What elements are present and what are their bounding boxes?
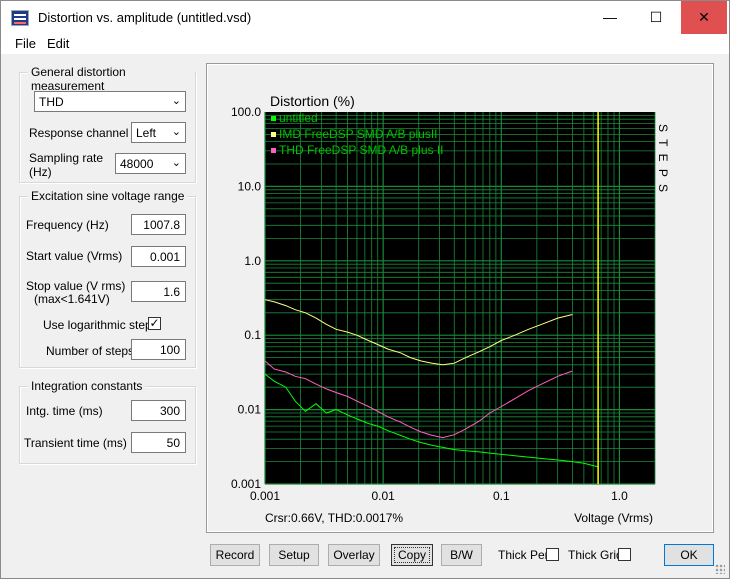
close-button[interactable]: ✕ [681, 1, 727, 34]
measurement-select-value: THD [39, 95, 64, 109]
resize-grip[interactable] [715, 564, 725, 574]
log-steps-label: Use logarithmic steps [43, 318, 158, 332]
x-tick-label: 0.01 [371, 489, 395, 503]
frequency-label: Frequency (Hz) [26, 218, 109, 232]
frequency-field[interactable]: 1007.8 [131, 214, 186, 235]
thick-pen-checkbox[interactable] [546, 548, 559, 561]
legend-label-3: THD FreeDSP SMD A/B plus II [279, 143, 444, 157]
window-title: Distortion vs. amplitude (untitled.vsd) [38, 10, 252, 25]
excitation-group-title: Excitation sine voltage range [28, 189, 188, 203]
legend-swatch-2 [271, 132, 276, 137]
response-channel-select[interactable]: Left ⌄ [131, 122, 186, 143]
start-value-field[interactable]: 0.001 [131, 246, 186, 267]
intg-time-label: Intg. time (ms) [26, 404, 103, 418]
stop-value-field[interactable]: 1.6 [131, 281, 186, 302]
legend-swatch-3 [271, 148, 276, 153]
plot-area [265, 112, 655, 484]
y-tick-label: 100.0 [231, 105, 261, 119]
legend-label-1: untitled [279, 111, 318, 125]
y-tick-label: 1.0 [244, 254, 261, 268]
menu-edit[interactable]: Edit [47, 36, 69, 51]
stop-value-max-label: (max<1.641V) [34, 292, 110, 306]
overlay-button[interactable]: Overlay [328, 544, 380, 566]
setup-button[interactable]: Setup [269, 544, 319, 566]
response-channel-label: Response channel [29, 126, 129, 140]
ok-button[interactable]: OK [664, 544, 714, 566]
transient-time-field[interactable]: 50 [131, 432, 186, 453]
measurement-select[interactable]: THD ⌄ [34, 91, 186, 112]
thick-pen-label: Thick Pen [498, 548, 552, 562]
y-tick-label: 0.001 [231, 477, 261, 491]
legend-label-2: IMD FreeDSP SMD A/B plusII [279, 127, 438, 141]
transient-time-label: Transient time (ms) [24, 436, 127, 450]
chevron-down-icon: ⌄ [171, 157, 181, 169]
main-window: Distortion vs. amplitude (untitled.vsd) … [0, 0, 730, 579]
response-channel-value: Left [136, 126, 157, 140]
x-tick-label: 0.001 [250, 489, 280, 503]
sampling-rate-value: 48000 [120, 157, 154, 171]
sampling-rate-label: Sampling rate [29, 151, 104, 165]
start-value-label: Start value (Vrms) [26, 249, 123, 263]
title-bar[interactable]: Distortion vs. amplitude (untitled.vsd) … [1, 1, 729, 34]
integration-group-title: Integration constants [28, 379, 146, 393]
chevron-down-icon: ⌄ [171, 95, 181, 107]
menu-bar: File Edit [1, 34, 729, 54]
distortion-chart[interactable]: Distortion (%) 0.001 0.01 0.1 1.0 0.001 0.01 0… [207, 64, 713, 532]
stop-value-label: Stop value (V rms) [26, 279, 126, 293]
x-axis-label: Voltage (Vrms) [574, 511, 653, 525]
log-steps-checkbox[interactable]: ✓ [148, 317, 161, 330]
cursor-readout: Crsr:0.66V, THD:0.0017% [265, 511, 403, 525]
intg-time-field[interactable]: 300 [131, 400, 186, 421]
thick-grid-label: Thick Grid [568, 548, 623, 562]
minimize-button[interactable]: — [587, 1, 633, 34]
chart-title: Distortion (%) [270, 93, 355, 109]
record-button[interactable]: Record [210, 544, 260, 566]
bw-button[interactable]: B/W [441, 544, 482, 566]
sampling-rate-select[interactable]: 48000 ⌄ [115, 153, 186, 174]
legend-swatch-1 [271, 116, 276, 121]
copy-button[interactable]: Copy [391, 544, 433, 566]
side-label: S T E P S [656, 124, 670, 194]
plot-frame: Distortion (%) 0.001 0.01 0.1 1.0 0.001 0.01 0… [206, 63, 714, 533]
number-of-steps-label: Number of steps [46, 344, 135, 358]
x-tick-label: 1.0 [611, 489, 628, 503]
y-tick-label: 0.01 [238, 403, 262, 417]
sampling-rate-unit-label: (Hz) [29, 165, 52, 179]
menu-file[interactable]: File [15, 36, 36, 51]
x-tick-label: 0.1 [493, 489, 510, 503]
app-icon[interactable] [11, 10, 29, 26]
y-tick-label: 0.1 [244, 328, 261, 342]
general-group-title: General distortion measurement [28, 65, 195, 93]
maximize-button[interactable]: ☐ [633, 1, 679, 34]
thick-grid-checkbox[interactable] [618, 548, 631, 561]
number-of-steps-field[interactable]: 100 [131, 339, 186, 360]
chevron-down-icon: ⌄ [171, 126, 181, 138]
y-tick-label: 10.0 [238, 179, 262, 193]
